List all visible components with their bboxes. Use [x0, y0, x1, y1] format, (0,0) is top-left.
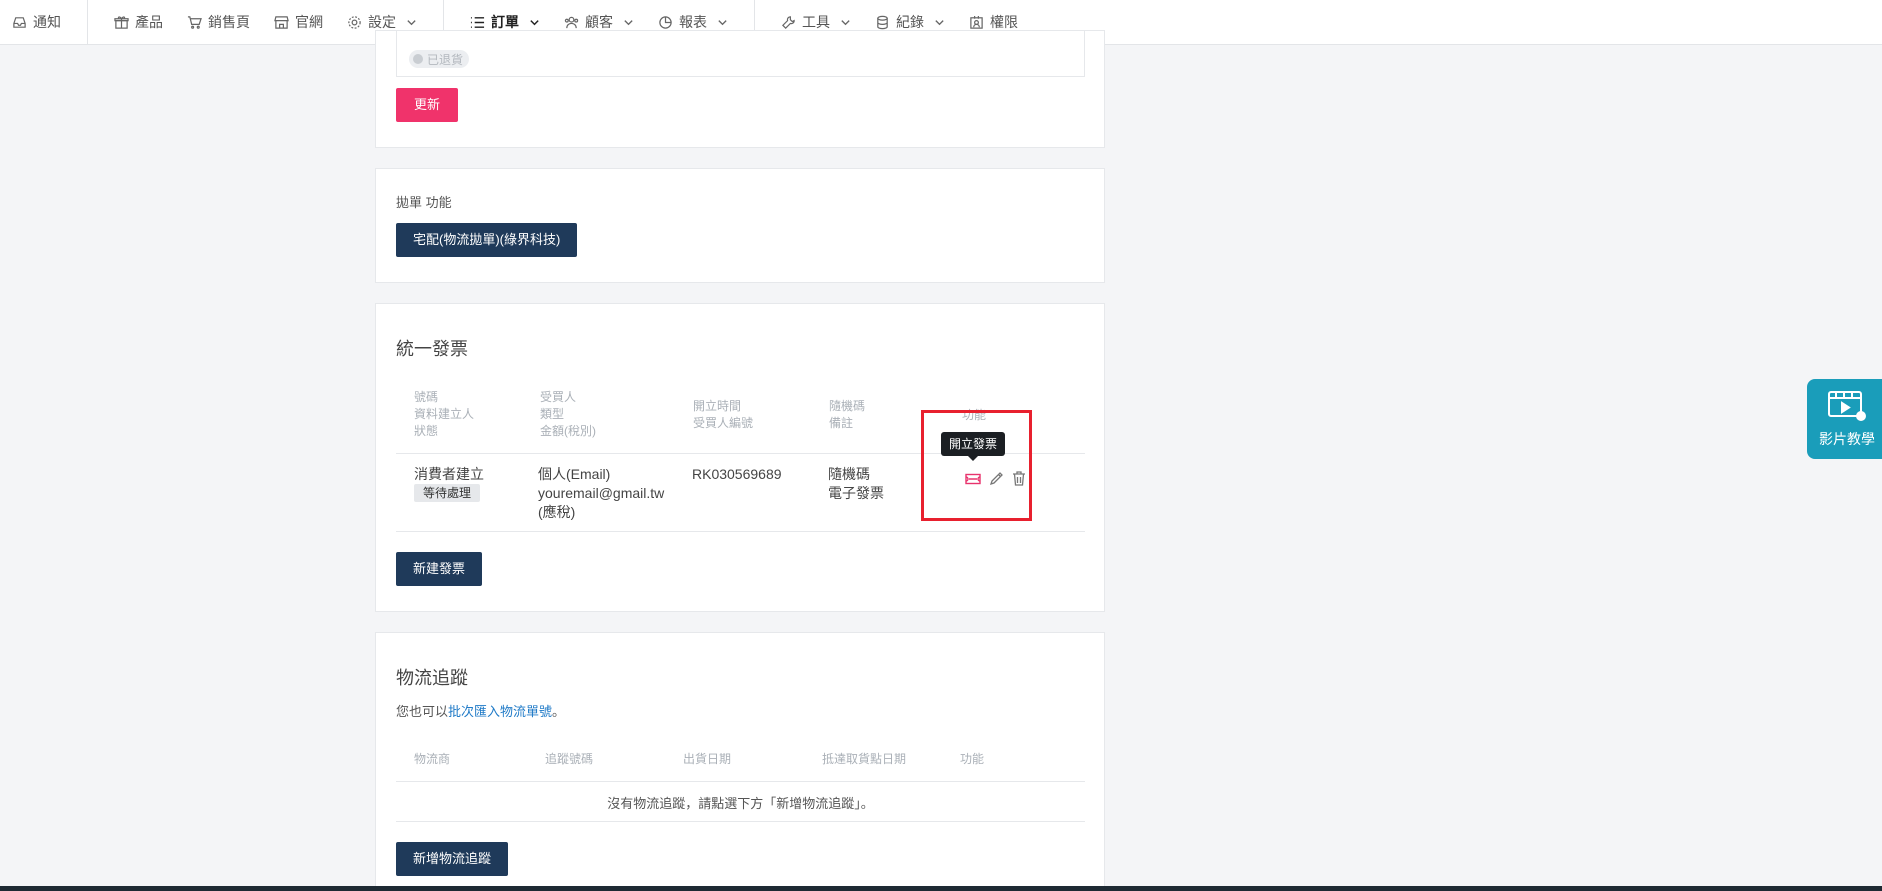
- nav-notify[interactable]: 通知: [0, 0, 73, 45]
- status-select-box[interactable]: 已退貨: [396, 31, 1085, 77]
- bottom-bar: [0, 886, 1882, 891]
- video-play-icon: [1828, 391, 1866, 421]
- header-status: 狀態: [414, 424, 439, 438]
- nav-customers-label: 顧客: [585, 14, 613, 30]
- nav-sales-page-label: 銷售頁: [208, 14, 250, 30]
- wrench-icon: [782, 15, 795, 29]
- row-col-2: 個人(Email) youremail@gmail.tw (應稅): [538, 465, 664, 522]
- new-invoice-button[interactable]: 新建發票: [396, 552, 483, 586]
- chevron-down-icon: [841, 19, 850, 25]
- table-divider: [396, 781, 1085, 782]
- header-carrier: 物流商: [414, 752, 451, 766]
- users-icon: [564, 16, 579, 28]
- database-icon: [877, 15, 888, 29]
- chevron-down-icon: [407, 19, 416, 25]
- chevron-down-icon: [530, 19, 539, 25]
- issue-invoice-tooltip: 開立發票: [941, 432, 1006, 461]
- batch-import-link[interactable]: 批次匯入物流單號: [448, 704, 552, 719]
- row-col-4: 隨機碼 電子發票: [828, 465, 884, 503]
- nav-logs-label: 紀錄: [896, 14, 924, 30]
- table-divider: [396, 531, 1085, 532]
- returned-chip: 已退貨: [409, 50, 470, 68]
- nav-settings-label: 設定: [368, 14, 396, 30]
- waybill-label: 拋單 功能: [396, 195, 452, 210]
- header-type: 類型: [540, 407, 565, 421]
- table-divider: [396, 821, 1085, 822]
- video-tutorial-button[interactable]: 影片教學: [1807, 379, 1882, 459]
- nav-divider: [87, 0, 88, 45]
- row-note: 電子發票: [828, 485, 884, 501]
- row-email: youremail@gmail.tw: [538, 485, 665, 501]
- pie-chart-icon: [659, 15, 672, 29]
- nav-products[interactable]: 產品: [102, 0, 175, 45]
- row-buyer: 個人(Email): [538, 466, 611, 482]
- waybill-card: 拋單 功能 宅配(物流拋單)(綠界科技): [375, 168, 1105, 283]
- new-tracking-button[interactable]: 新增物流追蹤: [396, 842, 509, 876]
- chevron-down-icon: [935, 19, 944, 25]
- nav-permissions-label: 權限: [990, 14, 1018, 30]
- header-note: 備註: [829, 416, 854, 430]
- video-tutorial-label: 影片教學: [1819, 431, 1875, 447]
- header-amount: 金額(稅別): [540, 424, 596, 438]
- chevron-down-icon: [624, 19, 633, 25]
- row-col-1: 消費者建立 等待處理: [414, 465, 484, 502]
- status-badge: 等待處理: [414, 484, 481, 502]
- header-col-3: 開立時間 受買人編號: [693, 398, 753, 432]
- waybill-button[interactable]: 宅配(物流拋單)(綠界科技): [396, 223, 578, 257]
- header-issue-time: 開立時間: [693, 399, 742, 413]
- header-col-2: 受買人 類型 金額(稅別): [540, 389, 596, 440]
- header-col-4: 隨機碼 備註: [829, 398, 865, 432]
- header-tracking-no: 追蹤號碼: [545, 752, 594, 766]
- logistics-hint-prefix: 您也可以: [396, 704, 449, 719]
- row-buyer-no: RK030569689: [692, 466, 782, 482]
- header-functions: 功能: [960, 752, 985, 766]
- nav-sales-page[interactable]: 銷售頁: [175, 0, 262, 45]
- list-icon: [470, 16, 485, 28]
- radio-dot-icon: [413, 54, 423, 64]
- logistics-hint-suffix: 。: [552, 704, 566, 719]
- header-number: 號碼: [414, 390, 439, 404]
- row-creator: 消費者建立: [414, 466, 484, 482]
- nav-store-label: 官網: [295, 14, 323, 30]
- nav-products-label: 產品: [135, 14, 163, 30]
- row-tax: (應稅): [538, 504, 576, 520]
- header-arrival-date: 抵達取貨點日期: [822, 752, 907, 766]
- cart-icon: [187, 15, 202, 29]
- logistics-hint: 您也可以批次匯入物流單號。: [396, 701, 565, 720]
- header-col-1: 號碼 資料建立人 狀態: [414, 389, 474, 440]
- status-card: 已退貨 更新: [375, 30, 1105, 148]
- header-creator: 資料建立人: [414, 407, 475, 421]
- gift-icon: [114, 15, 129, 29]
- store-icon: [274, 15, 289, 29]
- update-button[interactable]: 更新: [396, 88, 459, 122]
- logistics-empty-message: 沒有物流追蹤，請點選下方「新增物流追蹤」。: [607, 796, 874, 811]
- highlight-box: [921, 410, 1032, 521]
- header-ship-date: 出貨日期: [683, 752, 732, 766]
- logistics-title: 物流追蹤: [396, 668, 468, 688]
- id-badge-icon: [970, 15, 983, 29]
- logistics-card: 物流追蹤 您也可以批次匯入物流單號。 物流商 追蹤號碼 出貨日期 抵達取貨點日期…: [375, 632, 1105, 891]
- invoice-title: 統一發票: [396, 339, 468, 359]
- inbox-icon: [13, 16, 26, 28]
- gear-icon: [348, 15, 361, 29]
- nav-store[interactable]: 官網: [262, 0, 335, 45]
- header-random-code: 隨機碼: [829, 399, 866, 413]
- nav-notify-label: 通知: [33, 14, 61, 30]
- nav-reports-label: 報表: [679, 14, 707, 30]
- row-random-code: 隨機碼: [828, 466, 870, 482]
- header-buyer-no: 受買人編號: [693, 416, 754, 430]
- returned-chip-label: 已退貨: [427, 52, 464, 67]
- nav-tools-label: 工具: [802, 14, 830, 30]
- header-buyer: 受買人: [540, 390, 577, 404]
- nav-orders-label: 訂單: [491, 14, 519, 30]
- chevron-down-icon: [718, 19, 727, 25]
